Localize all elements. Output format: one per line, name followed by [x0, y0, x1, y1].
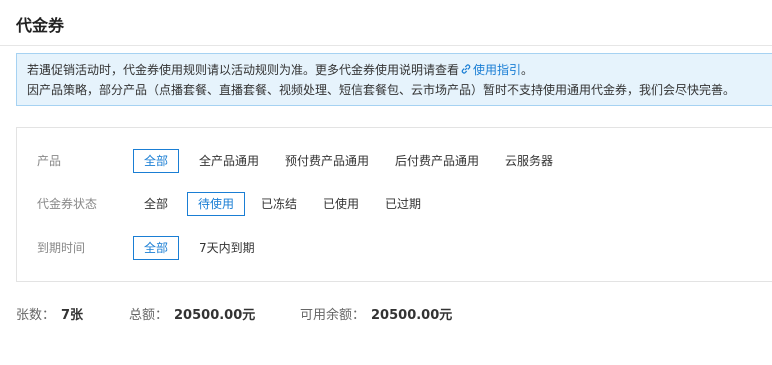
notice-line-2: 因产品策略，部分产品（点播套餐、直播套餐、视频处理、短信套餐包、云市场产品）暂时…: [27, 83, 736, 97]
product-option-postpaid[interactable]: 后付费产品通用: [384, 149, 490, 173]
status-option-expired[interactable]: 已过期: [374, 192, 432, 216]
page-title: 代金券: [16, 16, 65, 35]
expiry-filter-row: 到期时间 全部 7天内到期: [17, 236, 772, 260]
status-filter-label: 代金券状态: [37, 197, 98, 211]
count-value: 7张: [61, 308, 84, 323]
status-option-frozen[interactable]: 已冻结: [250, 192, 308, 216]
usage-guide-link[interactable]: 使用指引: [459, 63, 521, 77]
product-option-all[interactable]: 全部: [133, 149, 180, 173]
status-option-pending[interactable]: 待使用: [187, 192, 246, 216]
status-filter-row: 代金券状态 全部 待使用 已冻结 已使用 已过期: [17, 192, 772, 216]
filter-panel: 产品 全部 全产品通用 预付费产品通用 后付费产品通用 云服务器 代金券状态 全…: [16, 127, 772, 282]
total-summary: 总额： 20500.00元: [129, 305, 255, 327]
notice-text-1-end: 。: [521, 63, 534, 77]
notice-banner: 若遇促销活动时，代金券使用规则请以活动规则为准。更多代金券使用说明请查看 使用指引…: [16, 53, 772, 106]
status-option-all[interactable]: 全部: [133, 192, 179, 216]
expiry-option-7days[interactable]: 7天内到期: [188, 236, 266, 260]
link-icon: [461, 64, 471, 74]
notice-text-1: 若遇促销活动时，代金券使用规则请以活动规则为准。更多代金券使用说明请查看: [27, 63, 460, 77]
status-option-used[interactable]: 已使用: [312, 192, 370, 216]
voucher-page: 代金券 若遇促销活动时，代金券使用规则请以活动规则为准。更多代金券使用说明请查看…: [0, 0, 772, 365]
product-option-cvm[interactable]: 云服务器: [494, 149, 564, 173]
product-filter-label: 产品: [37, 154, 62, 168]
count-summary: 张数： 7张: [16, 305, 83, 327]
available-summary: 可用余额： 20500.00元: [300, 305, 452, 327]
product-filter-row: 产品 全部 全产品通用 预付费产品通用 后付费产品通用 云服务器: [17, 149, 772, 173]
total-label: 总额：: [129, 308, 169, 323]
product-option-prepaid[interactable]: 预付费产品通用: [274, 149, 380, 173]
title-divider: [0, 45, 772, 46]
total-value: 20500.00元: [174, 308, 256, 323]
available-value: 20500.00元: [371, 308, 453, 323]
expiry-filter-label: 到期时间: [37, 241, 86, 255]
expiry-option-all[interactable]: 全部: [133, 236, 180, 260]
notice-line-1: 若遇促销活动时，代金券使用规则请以活动规则为准。更多代金券使用说明请查看 使用指引…: [27, 60, 772, 80]
count-label: 张数：: [16, 308, 56, 323]
usage-guide-link-text[interactable]: 使用指引: [473, 63, 521, 77]
available-label: 可用余额：: [300, 308, 366, 323]
product-option-universal[interactable]: 全产品通用: [188, 149, 270, 173]
